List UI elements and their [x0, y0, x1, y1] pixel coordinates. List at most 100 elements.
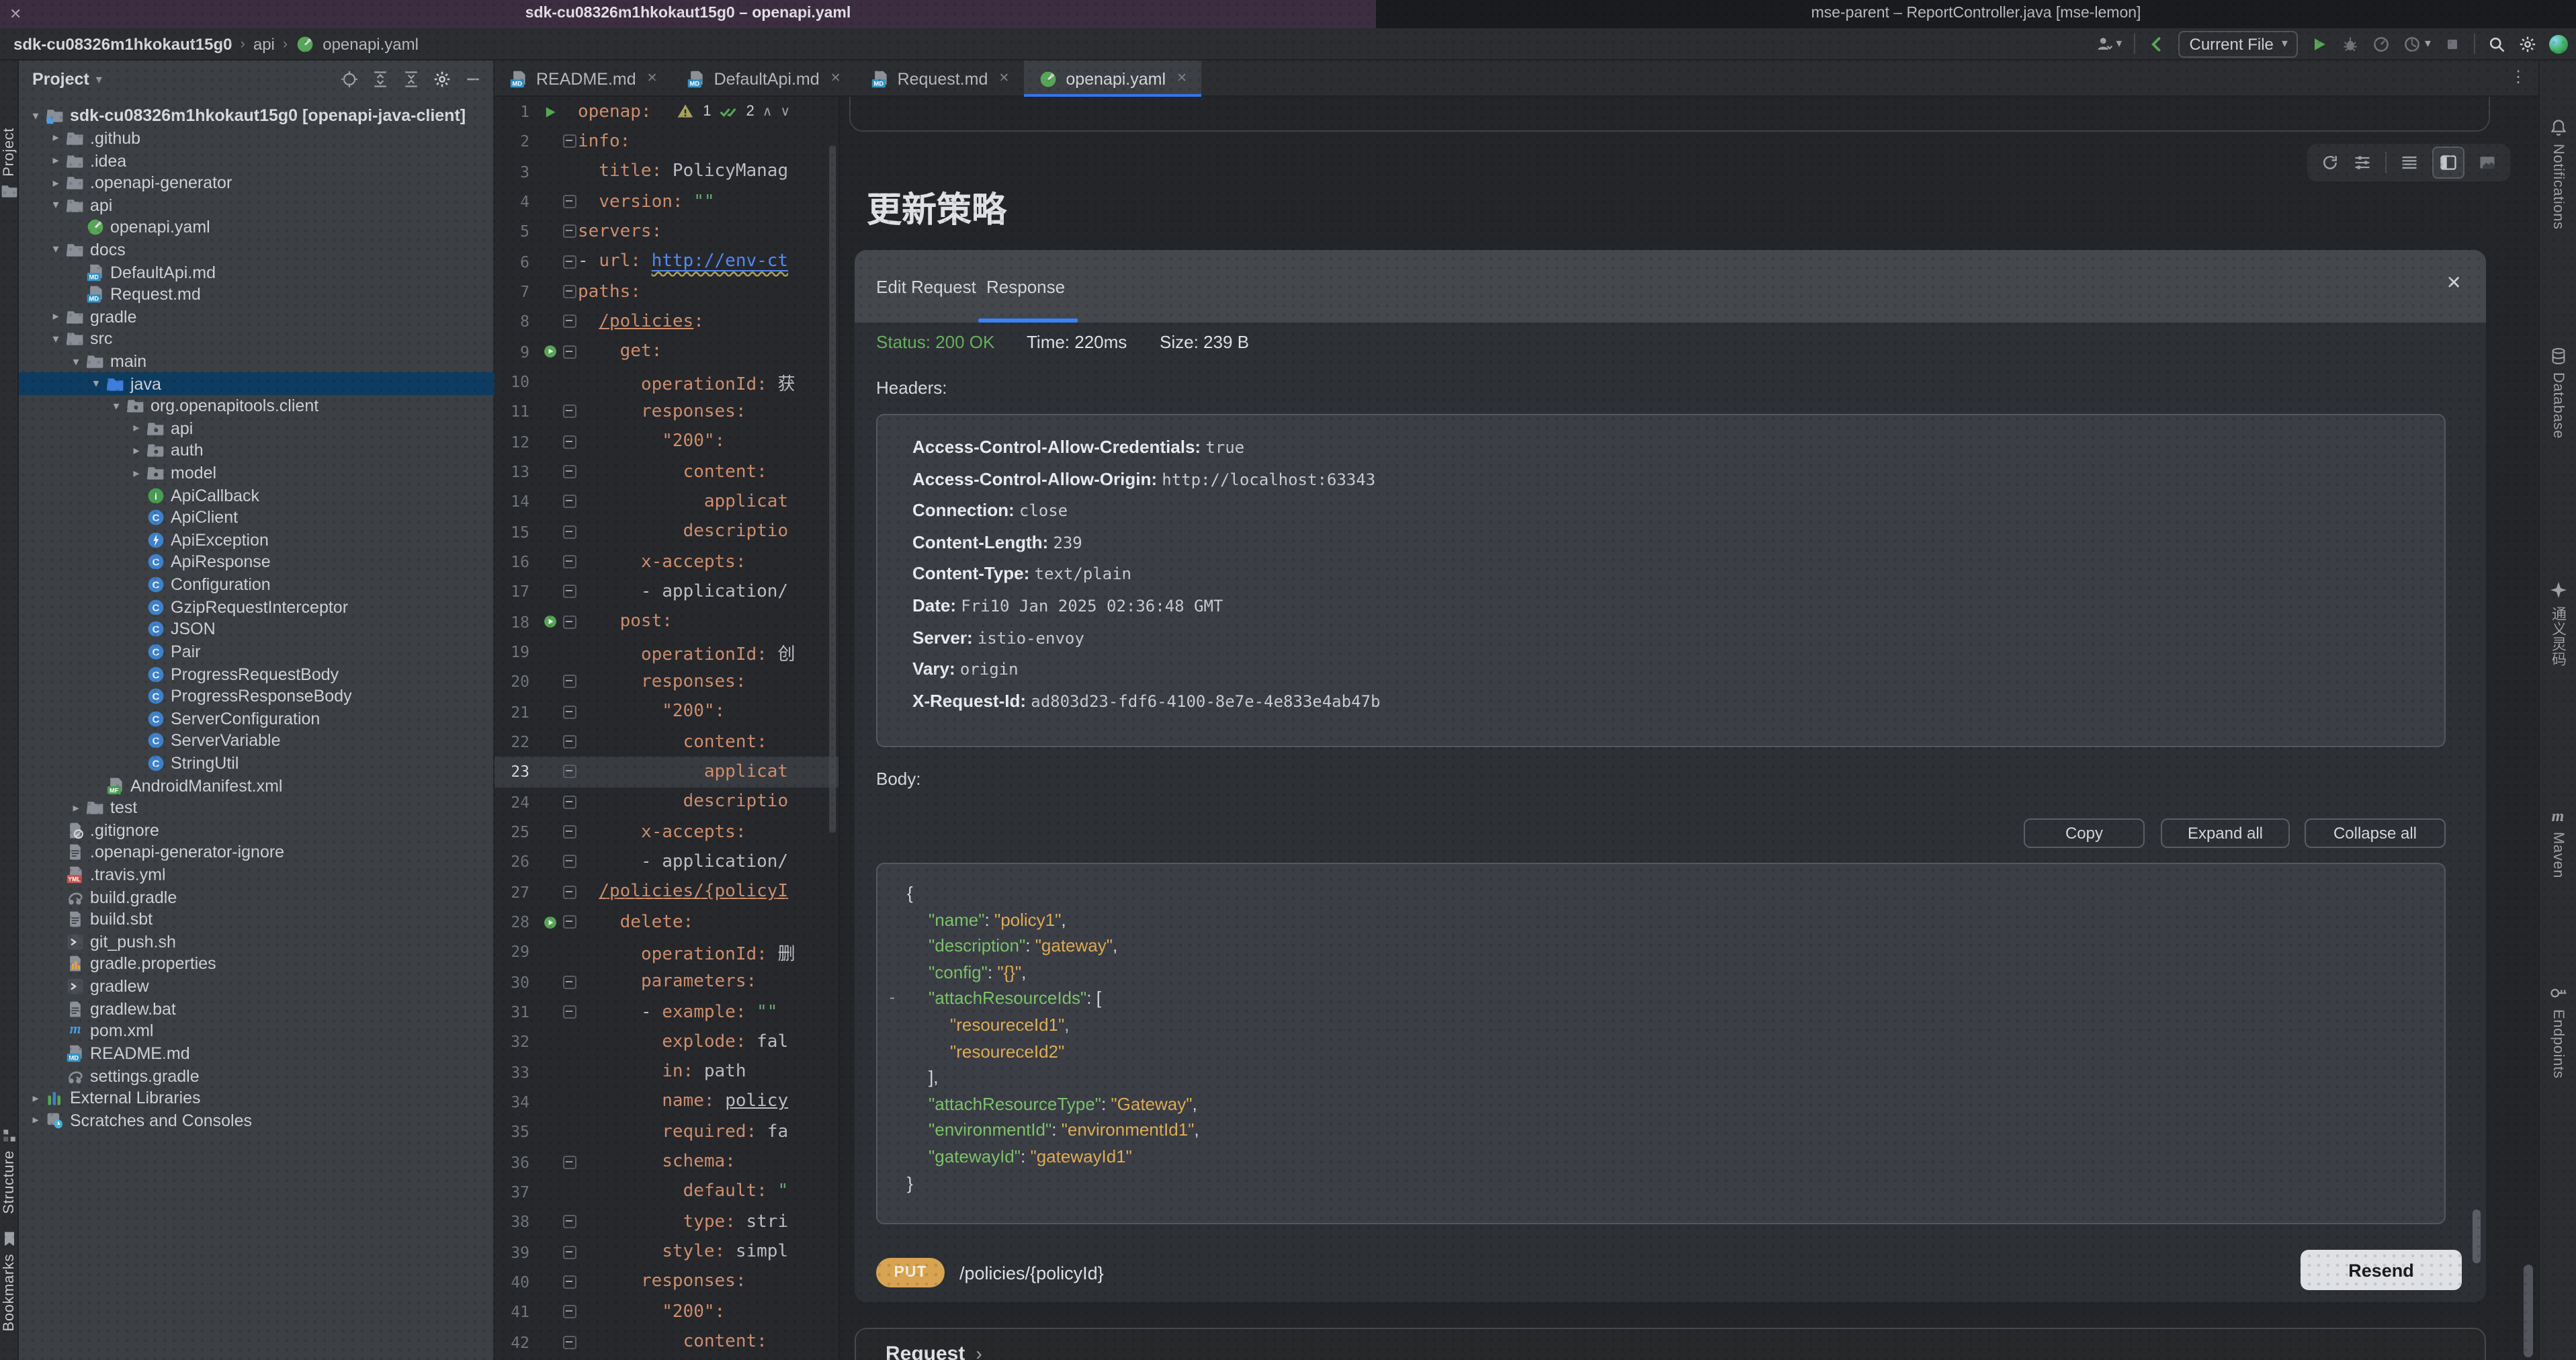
editor-line-40[interactable]: 40 responses: [495, 1267, 839, 1298]
expand-all-icon[interactable] [371, 70, 390, 89]
editor-line-17[interactable]: 17 - application/ [495, 577, 839, 607]
resend-button[interactable]: Resend [2301, 1250, 2462, 1290]
fold-marker-icon[interactable] [560, 405, 578, 419]
chevron-down-icon[interactable]: ▾ [67, 354, 85, 369]
tree-item-gziprequestinterceptor[interactable]: CGzipRequestInterceptor [19, 596, 495, 618]
chevron-down-icon[interactable]: ▾ [47, 332, 65, 347]
breadcrumb-item[interactable]: api [253, 34, 275, 53]
fold-marker-icon[interactable] [560, 345, 578, 359]
editor-line-7[interactable]: 7paths: [495, 277, 839, 307]
chevron-right-icon[interactable]: ▸ [47, 175, 65, 190]
refresh-icon[interactable] [2321, 153, 2339, 172]
fold-marker-icon[interactable] [560, 195, 578, 208]
tree-item-gradlew-bat[interactable]: gradlew.bat [19, 998, 495, 1020]
fold-marker-icon[interactable] [560, 615, 578, 628]
fold-marker-icon[interactable] [560, 435, 578, 449]
search-everywhere-button[interactable] [2487, 34, 2506, 53]
fold-marker-icon[interactable] [560, 255, 578, 269]
fold-marker-icon[interactable] [560, 885, 578, 898]
fold-marker-icon[interactable] [560, 285, 578, 298]
close-icon[interactable]: ✕ [998, 71, 1009, 86]
fold-marker-icon[interactable] [560, 1005, 578, 1019]
fold-marker-icon[interactable] [560, 225, 578, 239]
debug-button[interactable] [2342, 34, 2360, 53]
tree-item-main[interactable]: ▾main [19, 350, 495, 372]
code-editor[interactable]: 1openap:2info:3 title: PolicyManag4 vers… [495, 97, 840, 1360]
tree-item--gitignore[interactable]: .gitignore [19, 819, 495, 841]
project-panel-title[interactable]: Project [32, 70, 89, 89]
editor-scrollbar[interactable] [829, 145, 836, 833]
tree-item-test[interactable]: ▸test [19, 797, 495, 819]
fold-marker-icon[interactable] [560, 975, 578, 988]
list-lines-icon[interactable] [2400, 153, 2419, 172]
sidebar-item-endpoints[interactable]: Endpoints [2540, 984, 2576, 1078]
tree-item-model[interactable]: ▸model [19, 462, 495, 484]
navigate-back-button[interactable] [2148, 34, 2167, 53]
close-icon[interactable]: ✕ [647, 71, 658, 86]
collapse-all-button[interactable]: Collapse all [2305, 818, 2446, 848]
tree-item-serverconfiguration[interactable]: CServerConfiguration [19, 708, 495, 730]
editor-line-5[interactable]: 5servers: [495, 217, 839, 247]
tree-item-gradle[interactable]: ▸gradle [19, 306, 495, 328]
run-file-icon[interactable] [539, 104, 560, 119]
close-icon[interactable]: ✕ [2446, 271, 2462, 294]
chevron-right-icon[interactable]: ▸ [47, 153, 65, 168]
tree-item-build-sbt[interactable]: build.sbt [19, 908, 495, 931]
editor-line-33[interactable]: 33 in: path [495, 1057, 839, 1087]
chevron-down-icon[interactable]: ▾ [87, 376, 105, 391]
user-avatar[interactable] [2549, 34, 2568, 53]
card-scrollbar[interactable] [2473, 1209, 2481, 1263]
sidebar-item-database[interactable]: Database [2540, 347, 2576, 439]
editor-line-42[interactable]: 42 content: [495, 1327, 839, 1357]
fold-marker-icon[interactable] [560, 465, 578, 478]
fold-marker-icon[interactable] [560, 825, 578, 839]
inspections-widget[interactable]: 12∧∨ [676, 102, 790, 121]
fold-marker-icon[interactable] [560, 1335, 578, 1349]
fold-marker-icon[interactable] [560, 915, 578, 929]
sidebar-item-bookmarks[interactable]: Bookmarks [0, 1230, 19, 1331]
fold-marker-icon[interactable] [560, 1306, 578, 1319]
fold-marker-icon[interactable] [560, 135, 578, 148]
tree-item--travis-yml[interactable]: YML.travis.yml [19, 863, 495, 886]
tree-item-build-gradle[interactable]: build.gradle [19, 886, 495, 908]
fold-marker-icon[interactable] [560, 795, 578, 808]
fold-marker-icon[interactable] [560, 315, 578, 329]
tree-item-progressrequestbody[interactable]: CProgressRequestBody [19, 663, 495, 685]
editor-line-23[interactable]: 23 applicat [495, 757, 839, 787]
tree-item-git-push-sh[interactable]: git_push.sh [19, 931, 495, 953]
tree-item--idea[interactable]: ▸.idea [19, 149, 495, 171]
panel-layout-button[interactable] [2432, 146, 2464, 179]
editor-line-34[interactable]: 34 name: policy [495, 1087, 839, 1117]
chevron-right-icon[interactable]: ▸ [67, 800, 85, 815]
editor-line-27[interactable]: 27 /policies/{policyI [495, 877, 839, 907]
tree-item-org-openapitools-client[interactable]: ▾org.openapitools.client [19, 395, 495, 417]
tree-item-settings-gradle[interactable]: settings.gradle [19, 1064, 495, 1087]
tab-readme-md[interactable]: MDREADME.md✕ [495, 60, 673, 97]
chevron-right-icon[interactable]: ▸ [128, 443, 145, 458]
editor-line-21[interactable]: 21 "200": [495, 697, 839, 727]
tree-item-scratches-and-consoles[interactable]: ▸Scratches and Consoles [19, 1109, 495, 1132]
tab-edit-request[interactable]: Edit Request [876, 277, 976, 297]
tree-item-auth[interactable]: ▸auth [19, 439, 495, 462]
editor-line-12[interactable]: 12 "200": [495, 427, 839, 457]
sidebar-item-maven[interactable]: mMaven [2540, 806, 2576, 878]
tree-item-openapi-yaml[interactable]: openapi.yaml [19, 216, 495, 239]
fold-marker-icon[interactable] [560, 735, 578, 749]
fold-marker-icon[interactable] [560, 1245, 578, 1259]
close-icon[interactable]: ✕ [830, 71, 841, 86]
run-request-icon[interactable] [539, 345, 560, 359]
tree-item-pair[interactable]: CPair [19, 640, 495, 663]
close-icon[interactable]: ✕ [1176, 71, 1187, 86]
tree-item-stringutil[interactable]: CStringUtil [19, 752, 495, 774]
editor-line-19[interactable]: 19 operationId: 创 [495, 637, 839, 667]
tab-defaultapi-md[interactable]: MDDefaultApi.md✕ [673, 60, 856, 97]
tree-item--openapi-generator-ignore[interactable]: .openapi-generator-ignore [19, 841, 495, 863]
editor-line-31[interactable]: 31 - example: "" [495, 997, 839, 1027]
chevron-down-icon[interactable]: ▾ [47, 198, 65, 212]
sidebar-item-通义灵码[interactable]: 通义灵码 [2540, 581, 2576, 667]
fold-marker-icon[interactable] [560, 495, 578, 509]
collapse-toggle-icon[interactable]: - [890, 988, 895, 1007]
editor-line-32[interactable]: 32 explode: fal [495, 1027, 839, 1057]
editor-line-35[interactable]: 35 required: fa [495, 1117, 839, 1147]
editor-line-29[interactable]: 29 operationId: 删 [495, 937, 839, 967]
